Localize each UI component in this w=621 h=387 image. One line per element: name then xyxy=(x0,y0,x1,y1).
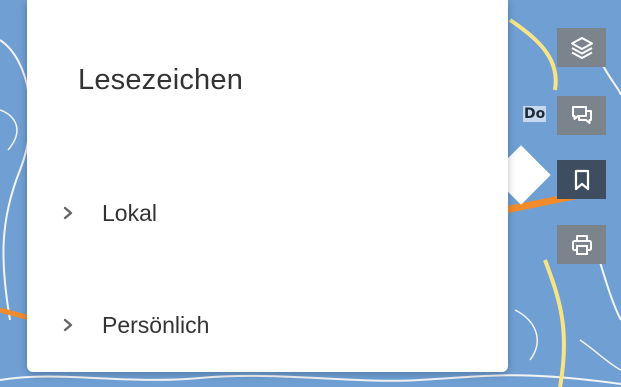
bookmarks-panel: Lesezeichen Lokal Persönlich xyxy=(27,0,508,372)
print-icon xyxy=(571,234,592,255)
tree-item-label: Persönlich xyxy=(102,311,210,338)
bookmark-icon xyxy=(574,169,589,190)
map-place-label: Do xyxy=(523,106,547,122)
tree-item-personlich[interactable]: Persönlich xyxy=(57,307,357,343)
tree-item-label: Lokal xyxy=(102,199,157,226)
chevron-right-icon xyxy=(63,206,73,220)
comments-button[interactable] xyxy=(557,96,606,135)
bookmarks-button[interactable] xyxy=(557,160,606,199)
layers-icon xyxy=(570,36,593,59)
chevron-right-icon xyxy=(63,318,73,332)
panel-title: Lesezeichen xyxy=(78,64,244,96)
layers-button[interactable] xyxy=(557,28,606,67)
tree-item-lokal[interactable]: Lokal xyxy=(57,195,357,231)
print-button[interactable] xyxy=(557,225,606,264)
comments-icon xyxy=(571,105,592,124)
